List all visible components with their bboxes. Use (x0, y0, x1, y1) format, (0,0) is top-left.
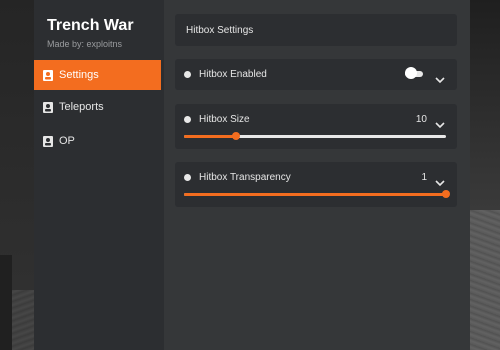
sidebar-item-op[interactable]: OP (34, 126, 161, 156)
slider-handle[interactable] (232, 132, 241, 140)
user-badge-icon (43, 135, 53, 147)
background-right (470, 0, 500, 350)
background-pillar (0, 255, 12, 350)
hitbox-enabled-toggle[interactable] (405, 67, 423, 79)
user-badge-icon (43, 101, 53, 113)
status-dot (184, 71, 191, 78)
hitbox-transparency-row: Hitbox Transparency 1 (175, 162, 457, 207)
hitbox-enabled-row[interactable]: Hitbox Enabled (175, 59, 457, 90)
slider-fill (184, 193, 446, 196)
user-badge-icon (43, 69, 53, 81)
hitbox-size-label: Hitbox Size (199, 114, 250, 125)
sidebar-item-label: Teleports (59, 101, 104, 113)
app-title: Trench War (47, 17, 134, 34)
background-shadow (0, 0, 34, 290)
app-subtitle: Made by: exploitns (47, 39, 123, 49)
background-shadow-right (470, 0, 500, 210)
chevron-down-icon[interactable] (435, 71, 445, 84)
hitbox-size-row: Hitbox Size 10 (175, 104, 457, 149)
status-dot (184, 174, 191, 181)
hitbox-transparency-label: Hitbox Transparency (199, 172, 291, 183)
chevron-down-icon[interactable] (435, 116, 445, 129)
sidebar-item-settings[interactable]: Settings (34, 60, 161, 90)
hitbox-transparency-value: 1 (421, 172, 427, 183)
hitbox-size-value: 10 (415, 114, 427, 125)
chevron-down-icon[interactable] (435, 174, 445, 187)
background-left (0, 0, 34, 350)
slider-fill (184, 135, 237, 138)
sidebar: Trench War Made by: exploitns Settings T… (34, 0, 164, 350)
main-panel: Hitbox Settings Hitbox Enabled Hitbox Si… (164, 0, 470, 350)
toggle-knob (405, 67, 417, 79)
sidebar-item-label: OP (59, 135, 75, 147)
hitbox-size-slider[interactable] (184, 132, 446, 140)
script-window: Trench War Made by: exploitns Settings T… (34, 0, 470, 350)
section-title: Hitbox Settings (186, 25, 254, 36)
slider-handle[interactable] (442, 190, 450, 198)
section-header: Hitbox Settings (175, 14, 457, 46)
status-dot (184, 116, 191, 123)
hitbox-enabled-label: Hitbox Enabled (199, 69, 267, 80)
hitbox-transparency-slider[interactable] (184, 190, 450, 198)
sidebar-item-label: Settings (59, 69, 99, 81)
sidebar-item-teleports[interactable]: Teleports (34, 92, 161, 122)
